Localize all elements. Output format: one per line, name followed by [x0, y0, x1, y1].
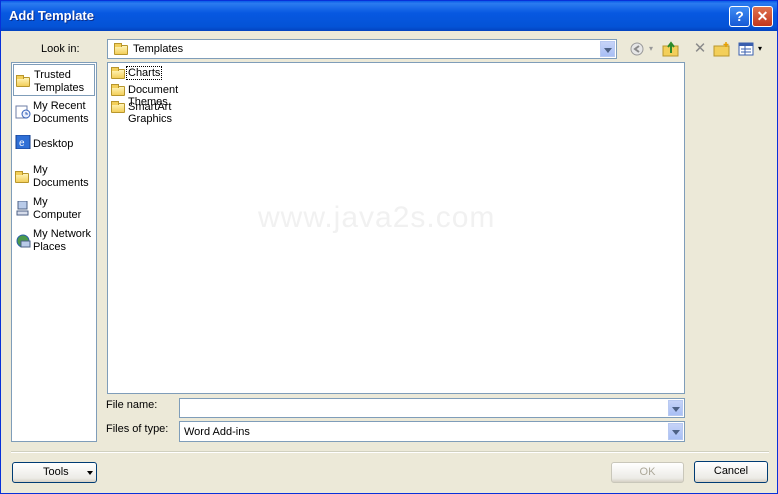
place-label: My Recent Documents: [33, 100, 89, 125]
place-label: My Network Places: [33, 228, 92, 253]
file-list[interactable]: www.java2s.com Charts Document Themes Sm…: [107, 62, 685, 394]
file-label: SmartArt Graphics: [128, 101, 173, 125]
divider: [11, 451, 769, 453]
watermark-text: www.java2s.com: [258, 201, 496, 234]
delete-icon[interactable]: ✕: [691, 41, 709, 57]
chevron-down-icon[interactable]: [668, 423, 683, 440]
chevron-down-icon: [87, 471, 93, 475]
my-documents-icon: [15, 169, 31, 183]
help-button[interactable]: ?: [729, 6, 750, 27]
up-folder-icon[interactable]: [662, 41, 680, 57]
folder-icon: [111, 67, 125, 79]
file-type-label: Files of type:: [106, 423, 169, 435]
tools-label: Tools: [43, 466, 69, 478]
ok-button[interactable]: OK: [611, 462, 684, 483]
new-folder-icon[interactable]: [713, 41, 731, 57]
desktop-icon: e: [15, 134, 31, 150]
place-my-recent-documents[interactable]: My Recent Documents: [13, 96, 95, 128]
place-label: Desktop: [33, 138, 74, 150]
place-label: Trusted Templates: [34, 69, 85, 94]
folder-icon: [114, 43, 128, 55]
file-label: Charts: [125, 66, 163, 80]
svg-text:e: e: [19, 138, 25, 149]
look-in-label: Look in:: [41, 43, 80, 55]
back-dropdown-icon[interactable]: ▾: [647, 41, 655, 57]
folder-icon: [16, 74, 32, 88]
place-my-computer[interactable]: My Computer: [13, 192, 95, 224]
views-dropdown-icon[interactable]: ▾: [756, 41, 764, 57]
cancel-button[interactable]: Cancel: [694, 461, 768, 483]
file-type-value: Word Add-ins: [184, 426, 250, 438]
place-my-documents[interactable]: My Documents: [13, 160, 95, 192]
folder-icon: [111, 84, 125, 96]
chevron-down-icon[interactable]: [600, 41, 615, 57]
place-label: My Computer: [33, 196, 82, 221]
file-name-label: File name:: [106, 399, 158, 411]
place-desktop[interactable]: e Desktop: [13, 128, 95, 160]
recent-documents-icon: [15, 105, 31, 119]
back-icon[interactable]: [628, 41, 646, 57]
add-template-dialog: Add Template ? ✕ Look in: Templates ▾ ✕ …: [0, 0, 778, 494]
look-in-dropdown[interactable]: Templates: [107, 39, 617, 59]
folder-icon: [111, 101, 125, 113]
file-type-dropdown[interactable]: Word Add-ins: [179, 421, 685, 442]
place-my-network-places[interactable]: My Network Places: [13, 224, 95, 256]
places-bar: Trusted Templates My Recent Documents e …: [11, 62, 97, 442]
dialog-title: Add Template: [9, 8, 94, 23]
computer-icon: [15, 200, 31, 216]
look-in-value: Templates: [133, 43, 184, 55]
network-places-icon: [15, 233, 31, 248]
place-label: My Documents: [33, 164, 89, 189]
file-name-input[interactable]: [179, 398, 685, 418]
chevron-down-icon[interactable]: [668, 400, 683, 416]
place-trusted-templates[interactable]: Trusted Templates: [13, 64, 95, 96]
views-icon[interactable]: [737, 41, 755, 57]
close-button[interactable]: ✕: [752, 6, 773, 27]
tools-button[interactable]: Tools: [12, 462, 97, 483]
title-bar[interactable]: Add Template ? ✕: [1, 1, 777, 31]
